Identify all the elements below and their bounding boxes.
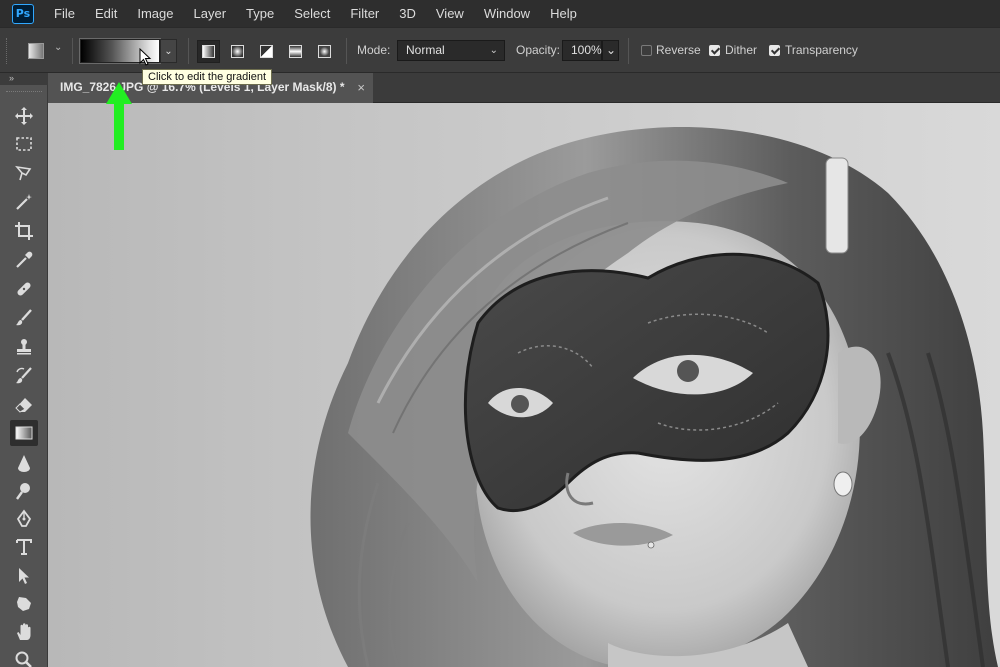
opacity-slider-chevron-icon[interactable]: ⌄ bbox=[602, 40, 619, 61]
diamond-gradient-icon bbox=[318, 45, 331, 58]
dodge-tool-icon[interactable] bbox=[10, 478, 38, 504]
divider bbox=[188, 38, 189, 64]
menu-layer[interactable]: Layer bbox=[184, 0, 237, 27]
pen-tool-icon[interactable] bbox=[10, 506, 38, 532]
mode-label: Mode: bbox=[357, 43, 391, 57]
gradient-tool-icon[interactable] bbox=[10, 420, 38, 446]
radial-gradient-icon bbox=[231, 45, 244, 58]
opacity-label: Opacity: bbox=[516, 43, 561, 57]
reverse-checkbox[interactable] bbox=[641, 45, 652, 56]
tools-panel-grip[interactable] bbox=[6, 91, 42, 95]
close-icon[interactable]: × bbox=[357, 73, 365, 102]
dither-checkbox[interactable] bbox=[709, 45, 720, 56]
menu-help[interactable]: Help bbox=[540, 0, 587, 27]
document-canvas[interactable] bbox=[48, 103, 1000, 667]
type-tool-icon[interactable] bbox=[10, 534, 38, 560]
menu-window[interactable]: Window bbox=[474, 0, 540, 27]
healing-brush-tool-icon[interactable] bbox=[10, 276, 38, 302]
path-selection-tool-icon[interactable] bbox=[10, 563, 38, 589]
blur-tool-icon[interactable] bbox=[10, 450, 38, 476]
options-bar-grip[interactable] bbox=[6, 38, 9, 64]
menu-filter[interactable]: Filter bbox=[340, 0, 389, 27]
menu-image[interactable]: Image bbox=[127, 0, 183, 27]
opacity-input[interactable]: 100% bbox=[562, 40, 602, 61]
brush-tool-icon[interactable] bbox=[10, 305, 38, 331]
menu-type[interactable]: Type bbox=[236, 0, 284, 27]
move-tool-icon[interactable] bbox=[10, 103, 38, 129]
reflected-gradient-button[interactable] bbox=[284, 40, 307, 63]
marquee-tool-icon[interactable] bbox=[10, 131, 38, 157]
green-arrow-annotation bbox=[106, 82, 132, 150]
angle-gradient-icon bbox=[260, 45, 273, 58]
shape-tool-icon[interactable] bbox=[10, 591, 38, 617]
divider bbox=[72, 38, 73, 64]
zoom-tool-icon[interactable] bbox=[10, 647, 38, 667]
chevron-down-icon: ⌄ bbox=[489, 45, 498, 56]
divider bbox=[346, 38, 347, 64]
gradient-picker-chevron-icon[interactable]: ⌄ bbox=[160, 39, 177, 63]
menu-view[interactable]: View bbox=[426, 0, 474, 27]
photoshop-logo[interactable]: Ps bbox=[12, 3, 34, 24]
tool-preset-picker[interactable] bbox=[28, 43, 44, 59]
chevron-down-icon[interactable]: ⌄ bbox=[54, 42, 62, 53]
mode-value: Normal bbox=[406, 43, 445, 57]
divider bbox=[628, 38, 629, 64]
menu-3d[interactable]: 3D bbox=[389, 0, 426, 27]
menu-select[interactable]: Select bbox=[284, 0, 340, 27]
clone-stamp-tool-icon[interactable] bbox=[10, 334, 38, 360]
linear-gradient-icon bbox=[202, 45, 215, 58]
magic-wand-tool-icon[interactable] bbox=[10, 189, 38, 215]
reflected-gradient-icon bbox=[289, 45, 302, 58]
crop-tool-icon[interactable] bbox=[10, 218, 38, 244]
history-brush-tool-icon[interactable] bbox=[10, 363, 38, 389]
angle-gradient-button[interactable] bbox=[255, 40, 278, 63]
gradient-tooltip: Click to edit the gradient bbox=[142, 69, 273, 85]
transparency-label: Transparency bbox=[785, 43, 858, 57]
eraser-tool-icon[interactable] bbox=[10, 392, 38, 418]
canvas-photo bbox=[48, 103, 1000, 667]
reverse-label: Reverse bbox=[656, 43, 701, 57]
lasso-tool-icon[interactable] bbox=[10, 160, 38, 186]
tools-panel: » bbox=[0, 73, 48, 667]
linear-gradient-button[interactable] bbox=[197, 40, 220, 63]
menu-file[interactable]: File bbox=[44, 0, 85, 27]
menu-bar: Ps File Edit Image Layer Type Select Fil… bbox=[0, 0, 1000, 27]
mouse-pointer-icon bbox=[139, 48, 152, 66]
diamond-gradient-button[interactable] bbox=[313, 40, 336, 63]
collapse-panel-icon[interactable]: » bbox=[0, 73, 48, 85]
eyedropper-tool-icon[interactable] bbox=[10, 247, 38, 273]
dither-label: Dither bbox=[725, 43, 758, 57]
mode-select[interactable]: Normal ⌄ bbox=[397, 40, 505, 61]
radial-gradient-button[interactable] bbox=[226, 40, 249, 63]
hand-tool-icon[interactable] bbox=[10, 619, 38, 645]
transparency-checkbox[interactable] bbox=[769, 45, 780, 56]
menu-edit[interactable]: Edit bbox=[85, 0, 127, 27]
